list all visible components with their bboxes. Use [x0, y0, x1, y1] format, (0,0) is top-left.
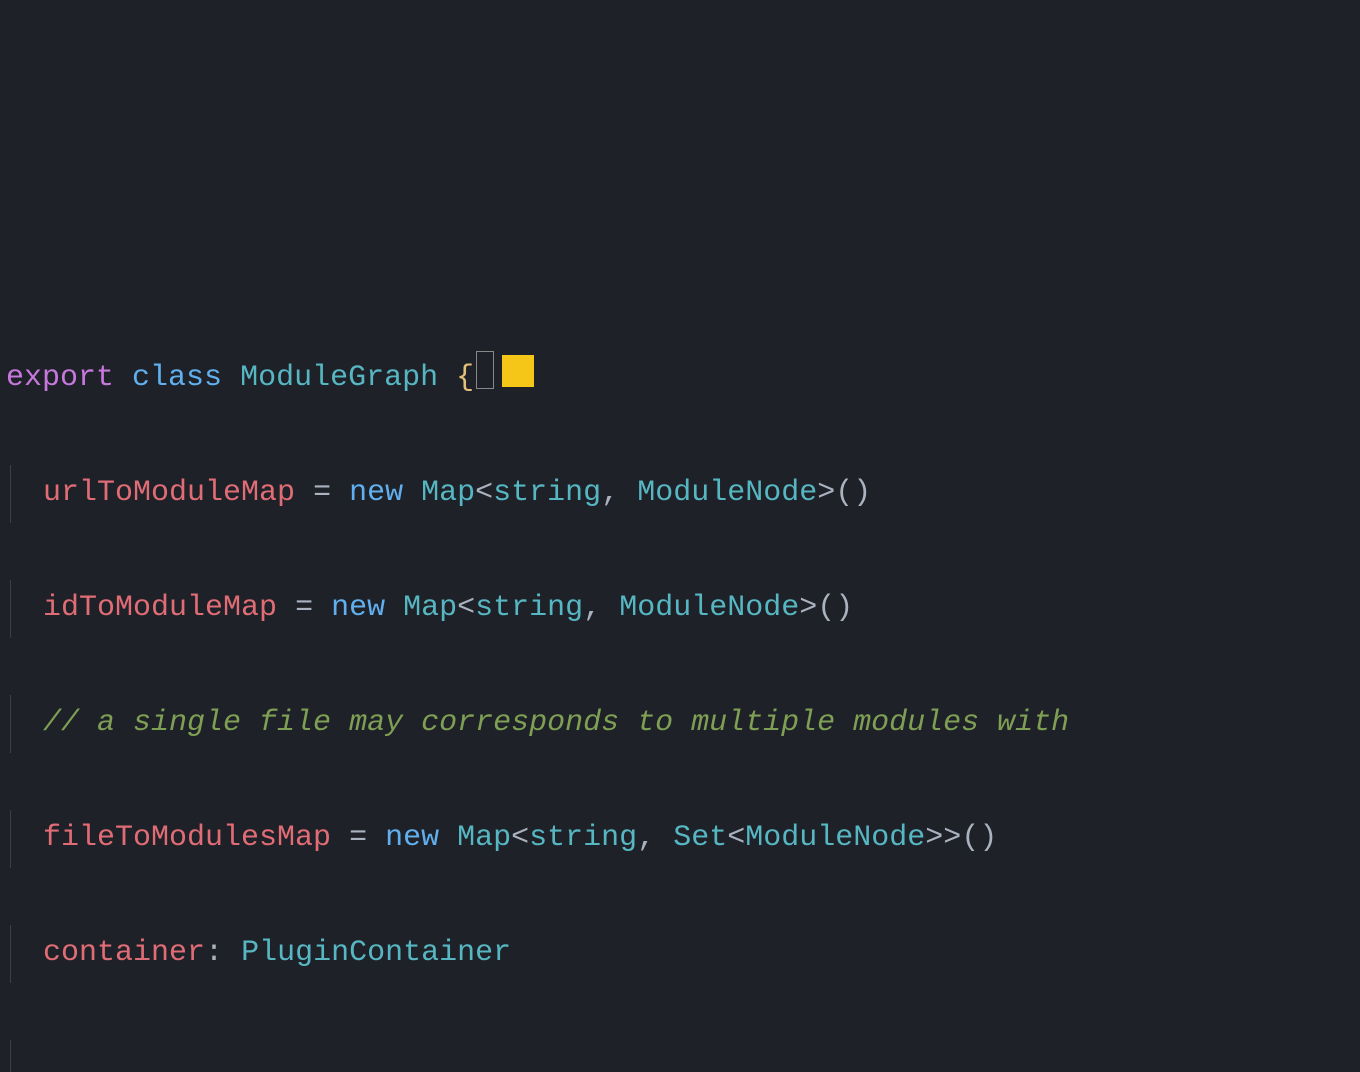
- code-line[interactable]: urlToModuleMap = new Map<string, ModuleN…: [0, 465, 1360, 523]
- type: Map: [421, 476, 475, 510]
- angle: <: [475, 476, 493, 510]
- equals: =: [295, 591, 313, 625]
- type: string: [529, 821, 637, 855]
- type: string: [493, 476, 601, 510]
- type: Map: [403, 591, 457, 625]
- indent-guide: [10, 1040, 11, 1072]
- comment: // a single file may corresponds to mult…: [43, 706, 1069, 740]
- angle: >: [817, 476, 835, 510]
- comma: ,: [583, 591, 619, 625]
- keyword-new: new: [349, 476, 403, 510]
- keyword-new: new: [385, 821, 439, 855]
- property: fileToModulesMap: [43, 821, 331, 855]
- parens: (): [835, 476, 871, 510]
- property: urlToModuleMap: [43, 476, 295, 510]
- comma: ,: [601, 476, 637, 510]
- parens: (): [961, 821, 997, 855]
- angle: >: [799, 591, 817, 625]
- type: ModuleNode: [637, 476, 817, 510]
- type: ModuleNode: [619, 591, 799, 625]
- indent-guide: [10, 465, 11, 523]
- comma: ,: [637, 821, 673, 855]
- cursor: [476, 351, 494, 389]
- angle: <: [457, 591, 475, 625]
- angle: <: [727, 821, 745, 855]
- class-name: ModuleGraph: [240, 361, 438, 395]
- indent-guide: [10, 810, 11, 868]
- code-line[interactable]: // a single file may corresponds to mult…: [0, 695, 1360, 753]
- type: PluginContainer: [241, 936, 511, 970]
- type: Set: [673, 821, 727, 855]
- property: idToModuleMap: [43, 591, 277, 625]
- keyword-export: export: [6, 361, 114, 395]
- angle: >: [925, 821, 943, 855]
- keyword-class: class: [132, 361, 222, 395]
- modified-indicator: [502, 355, 534, 387]
- keyword-new: new: [331, 591, 385, 625]
- code-editor[interactable]: export class ModuleGraph { urlToModuleMa…: [0, 228, 1360, 1072]
- indent-guide: [10, 695, 11, 753]
- brace-open: {: [456, 361, 474, 395]
- code-line[interactable]: idToModuleMap = new Map<string, ModuleNo…: [0, 580, 1360, 638]
- indent-guide: [10, 580, 11, 638]
- type: string: [475, 591, 583, 625]
- parens: (): [817, 591, 853, 625]
- code-line-blank[interactable]: [0, 1040, 1360, 1072]
- code-line[interactable]: export class ModuleGraph {: [0, 350, 1360, 408]
- angle: >: [943, 821, 961, 855]
- equals: =: [349, 821, 367, 855]
- colon: :: [205, 936, 223, 970]
- code-line[interactable]: container: PluginContainer: [0, 925, 1360, 983]
- type: Map: [457, 821, 511, 855]
- indent-guide: [10, 925, 11, 983]
- type: ModuleNode: [745, 821, 925, 855]
- angle: <: [511, 821, 529, 855]
- equals: =: [313, 476, 331, 510]
- code-line[interactable]: fileToModulesMap = new Map<string, Set<M…: [0, 810, 1360, 868]
- property: container: [43, 936, 205, 970]
